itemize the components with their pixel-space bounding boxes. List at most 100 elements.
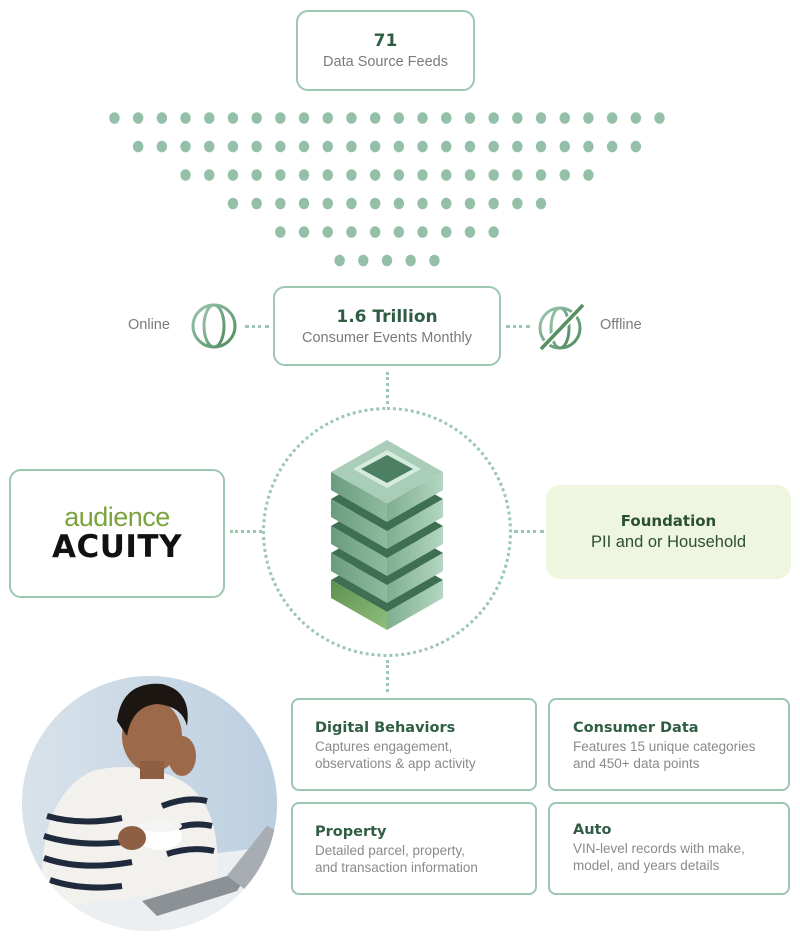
funnel-dot: [298, 169, 310, 181]
card-title: Digital Behaviors: [315, 720, 456, 736]
card-desc-line2: and transaction information: [315, 860, 478, 875]
funnel-dot: [322, 140, 333, 153]
funnel-dot: [535, 140, 547, 153]
funnel-dot: [606, 112, 618, 124]
funnel-dot: [535, 112, 547, 124]
funnel-dot: [346, 226, 357, 238]
funnel-dot: [275, 140, 286, 153]
funnel-dot: [488, 169, 499, 181]
funnel-dot: [417, 112, 428, 124]
funnel-dot: [298, 197, 310, 210]
funnel-dot: [417, 169, 428, 181]
card-title: Auto: [573, 822, 612, 838]
funnel-dot: [393, 112, 405, 124]
card-desc-line1: Captures engagement,: [315, 739, 453, 754]
connector-online: [245, 325, 269, 328]
funnel-dot: [559, 140, 570, 153]
funnel-dot: [227, 140, 239, 153]
data-source-count: 71: [373, 31, 398, 51]
funnel-dot: [464, 197, 476, 210]
funnel-dot: [488, 197, 499, 210]
funnel-dot: [429, 254, 440, 267]
funnel-dot: [417, 197, 428, 210]
funnel-dot: [393, 197, 405, 210]
funnel-dot: [298, 112, 310, 124]
funnel-dot: [322, 226, 333, 238]
funnel-dot: [334, 254, 345, 267]
globe-icon: [189, 301, 239, 351]
funnel-dot: [369, 197, 381, 210]
funnel-dot: [227, 112, 239, 124]
funnel-dot: [298, 140, 310, 153]
funnel-dot: [583, 140, 594, 153]
logo-text-audience: audience: [64, 502, 170, 532]
funnel-dot: [512, 112, 523, 124]
funnel-dot: [358, 254, 369, 267]
funnel-dot: [559, 169, 570, 181]
funnel-dot: [559, 112, 570, 124]
funnel-dot: [204, 169, 215, 181]
funnel-dot: [512, 169, 523, 181]
card-title: Consumer Data: [573, 720, 699, 736]
funnel-dot: [369, 112, 381, 124]
funnel-dot: [180, 169, 191, 181]
funnel-dot: [606, 140, 618, 153]
funnel-dot: [298, 226, 310, 238]
funnel-dot: [654, 112, 665, 124]
data-source-label: Data Source Feeds: [323, 54, 448, 70]
funnel-dot: [204, 140, 215, 153]
funnel-dot: [535, 169, 547, 181]
card-title: Property: [315, 824, 387, 840]
connector-logo: [230, 530, 262, 533]
funnel-dot: [251, 197, 262, 210]
funnel-dot: [346, 169, 357, 181]
foundation-box: Foundation PII and or Household: [546, 485, 791, 579]
card-consumer-data: Consumer Data Features 15 unique categor…: [548, 698, 790, 791]
funnel-dot: [512, 197, 523, 210]
funnel-dot: [535, 197, 547, 210]
funnel-dot: [109, 112, 120, 124]
funnel-dots: [109, 112, 665, 267]
funnel-dot: [583, 169, 594, 181]
connector-events-hub: [386, 372, 389, 404]
funnel-dot: [251, 169, 262, 181]
card-desc-line1: VIN-level records with make,: [573, 841, 745, 856]
funnel-dot: [488, 112, 499, 124]
funnel-dot: [488, 140, 499, 153]
connector-hub-cards: [386, 660, 389, 692]
funnel-dot: [441, 140, 452, 153]
funnel-dot: [227, 169, 239, 181]
card-digital-behaviors: Digital Behaviors Captures engagement, o…: [291, 698, 537, 791]
logo-text-acuity: ACUITY: [51, 529, 183, 565]
foundation-title: Foundation: [620, 512, 717, 530]
funnel-dot: [346, 140, 357, 153]
funnel-dot: [156, 140, 168, 153]
card-auto: Auto VIN-level records with make, model,…: [548, 802, 790, 895]
funnel-dot: [369, 226, 381, 238]
funnel-dot: [369, 140, 381, 153]
funnel-dot: [227, 197, 239, 210]
globe-crossed-icon: [535, 301, 586, 352]
funnel-dot: [322, 197, 333, 210]
funnel-dot: [464, 140, 476, 153]
server-stack-icon: [325, 435, 450, 630]
funnel-dot: [251, 112, 262, 124]
funnel-dot: [180, 140, 191, 153]
photo-woman-laptop: [22, 676, 277, 931]
funnel-dot: [464, 169, 476, 181]
events-label: Consumer Events Monthly: [301, 329, 473, 346]
card-desc-line1: Features 15 unique categories: [573, 739, 756, 754]
consumer-events-box: 1.6 Trillion Consumer Events Monthly: [273, 286, 501, 366]
funnel-dot: [417, 140, 428, 153]
online-label: Online: [128, 317, 170, 333]
funnel-dot: [275, 226, 286, 238]
funnel-dot: [512, 140, 523, 153]
funnel-dot: [630, 112, 642, 124]
funnel-dot: [275, 112, 286, 124]
funnel-dot: [322, 112, 333, 124]
funnel-dot: [464, 112, 476, 124]
audience-acuity-logo-box: audience ACUITY: [9, 469, 225, 598]
funnel-dot: [275, 197, 286, 210]
funnel-dot: [156, 112, 168, 124]
funnel-dot: [346, 197, 357, 210]
